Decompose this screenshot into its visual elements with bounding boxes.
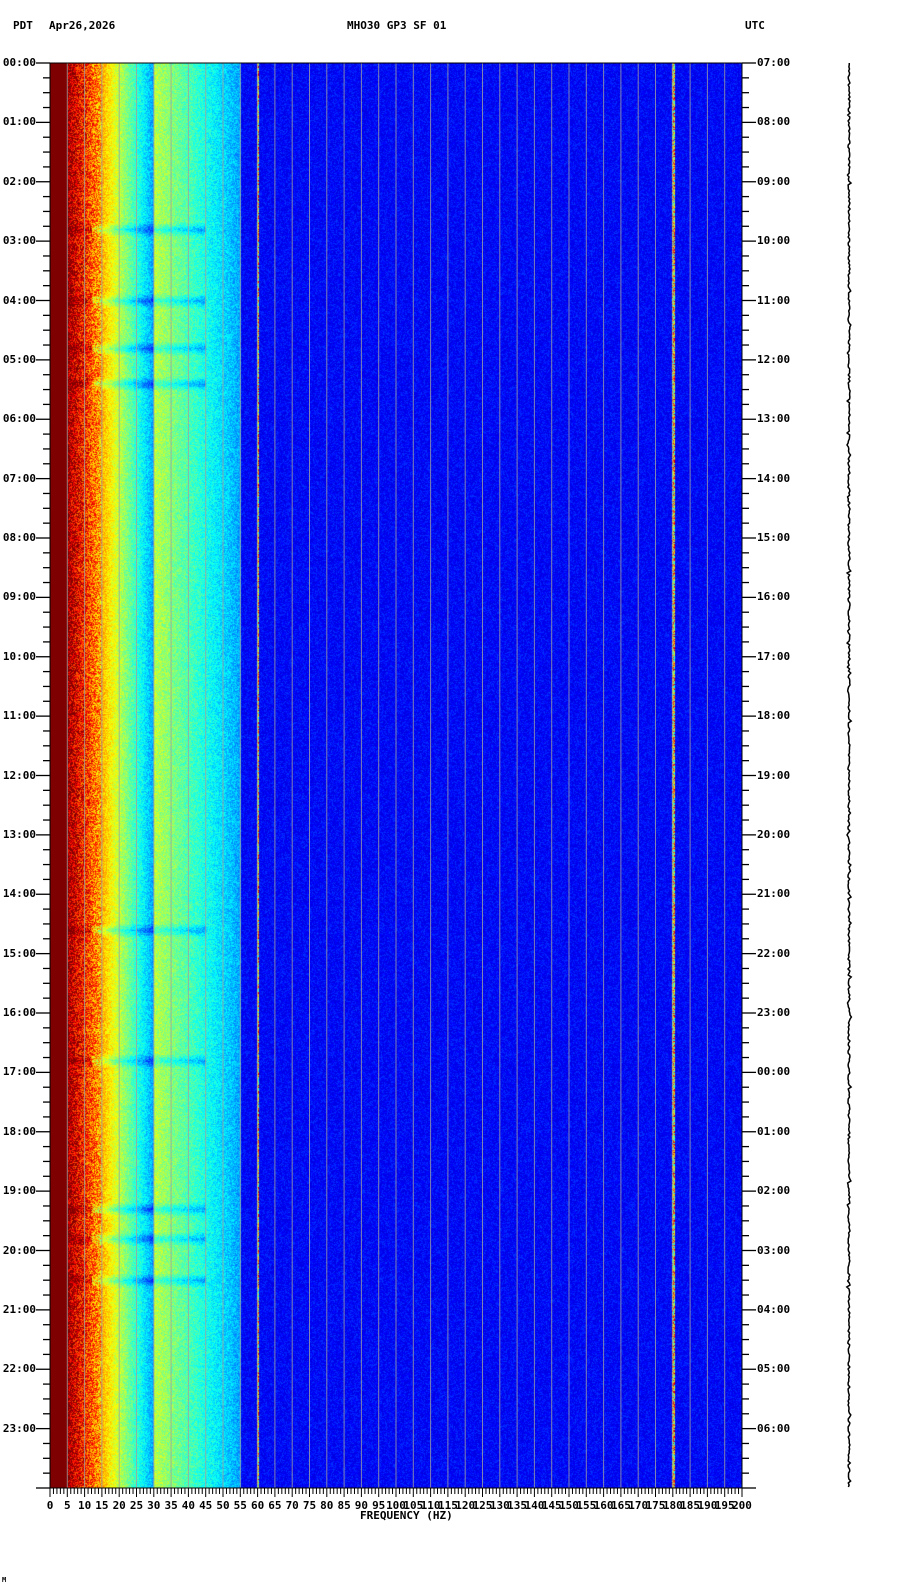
x-tick-label: 70 [285, 1499, 299, 1512]
y-tick-label-utc: 19:00 [757, 768, 791, 782]
y-tick-label-pdt: 03:00 [2, 234, 36, 248]
y-tick-label-utc: 00:00 [757, 1065, 791, 1079]
y-tick-label-utc: 06:00 [757, 1421, 791, 1435]
x-tick-label: 50 [216, 1499, 230, 1512]
corner-mark: M [2, 1576, 7, 1584]
y-tick-label-utc: 15:00 [757, 531, 791, 544]
x-tick-label: 80 [320, 1499, 334, 1512]
x-tick-label: 35 [164, 1499, 178, 1512]
y-tick-label-utc: 13:00 [757, 412, 791, 426]
y-tick-label-pdt: 17:00 [2, 1065, 36, 1079]
y-tick-label-pdt: 10:00 [2, 649, 36, 663]
y-tick-label-utc: 17:00 [757, 649, 791, 663]
y-tick-label-utc: 02:00 [757, 1184, 791, 1198]
x-tick-label: 85 [337, 1499, 351, 1512]
y-tick-label-utc: 05:00 [757, 1362, 791, 1376]
y-tick-label-pdt: 01:00 [2, 115, 36, 129]
x-tick-label: 65 [268, 1499, 282, 1512]
y-tick-label-utc: 03:00 [757, 1243, 791, 1257]
y-tick-label-pdt: 21:00 [2, 1302, 36, 1316]
y-tick-label-utc: 23:00 [757, 1006, 791, 1019]
x-tick-label: 60 [250, 1499, 265, 1512]
y-tick-label-utc: 21:00 [757, 887, 791, 901]
y-tick-label-pdt: 22:00 [2, 1362, 36, 1376]
y-tick-label-pdt: 06:00 [2, 412, 36, 426]
y-tick-label-pdt: 15:00 [2, 946, 36, 960]
y-tick-label-pdt: 23:00 [2, 1421, 36, 1435]
y-tick-label-utc: 20:00 [757, 827, 791, 841]
y-tick-label-utc: 07:00 [757, 56, 791, 69]
y-tick-label-utc: 11:00 [757, 293, 791, 307]
x-tick-label: 200 [732, 1499, 752, 1512]
x-tick-label: 5 [63, 1499, 71, 1512]
y-tick-label-utc: 12:00 [757, 352, 791, 366]
y-tick-label-pdt: 05:00 [2, 352, 36, 366]
y-tick-label-utc: 08:00 [757, 115, 791, 129]
y-tick-label-pdt: 00:00 [2, 56, 36, 69]
y-tick-label-pdt: 04:00 [2, 293, 36, 307]
x-tick-label: 0 [46, 1499, 54, 1512]
y-tick-label-pdt: 09:00 [2, 590, 36, 604]
y-tick-label-pdt: 18:00 [2, 1124, 36, 1138]
y-tick-label-pdt: 02:00 [2, 174, 36, 188]
y-tick-label-pdt: 16:00 [2, 1006, 36, 1019]
y-tick-label-pdt: 14:00 [2, 887, 36, 901]
x-tick-label: 30 [147, 1499, 161, 1512]
y-tick-label-utc: 16:00 [757, 590, 791, 604]
y-tick-label-utc: 22:00 [757, 946, 791, 960]
x-axis-title: FREQUENCY (HZ) [360, 1509, 453, 1522]
y-tick-label-utc: 14:00 [757, 471, 791, 485]
x-tick-label: 20 [112, 1499, 126, 1512]
y-tick-label-utc: 18:00 [757, 709, 791, 723]
x-tick-label: 15 [95, 1499, 109, 1512]
y-tick-label-pdt: 08:00 [2, 531, 36, 544]
y-tick-label-utc: 10:00 [757, 234, 791, 248]
x-tick-label: 10 [77, 1499, 92, 1512]
y-tick-label-pdt: 19:00 [2, 1184, 36, 1198]
y-tick-label-pdt: 20:00 [2, 1243, 36, 1257]
y-tick-label-utc: 09:00 [757, 174, 791, 188]
x-tick-label: 40 [181, 1499, 196, 1512]
y-tick-label-pdt: 13:00 [2, 827, 36, 841]
y-tick-label-utc: 01:00 [757, 1124, 791, 1138]
y-tick-label-utc: 04:00 [757, 1302, 791, 1316]
x-tick-label: 25 [129, 1499, 144, 1512]
x-tick-label: 45 [199, 1499, 213, 1512]
y-tick-label-pdt: 07:00 [2, 471, 36, 485]
seismogram-trace [845, 62, 853, 1488]
x-tick-label: 75 [302, 1499, 317, 1512]
y-tick-label-pdt: 12:00 [2, 768, 36, 782]
x-tick-label: 55 [233, 1499, 247, 1512]
y-tick-label-pdt: 11:00 [2, 709, 36, 723]
